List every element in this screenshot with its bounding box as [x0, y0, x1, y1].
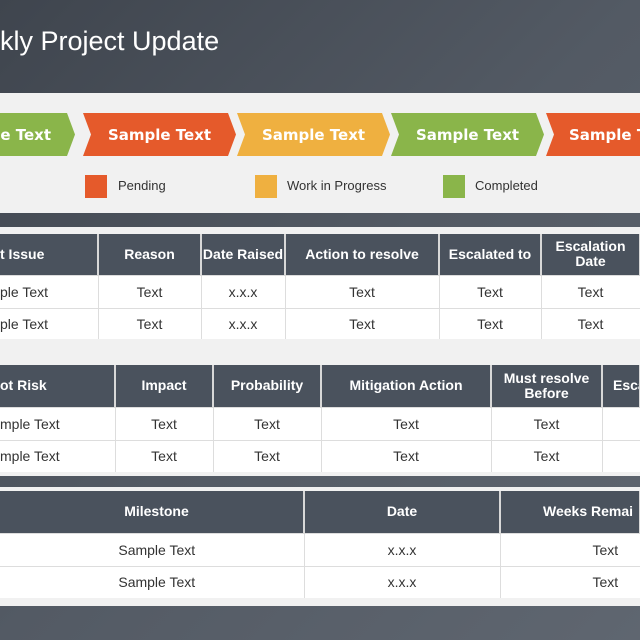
legend-swatch-completed: [443, 175, 465, 198]
process-step: Sample T: [546, 113, 640, 156]
column-header: Must resolve Before: [491, 365, 603, 407]
column-header: Reason: [98, 234, 202, 275]
cell: Sample Text: [0, 532, 305, 566]
step-label: Sample Text: [107, 125, 212, 144]
step-label: Sample Text: [261, 125, 366, 144]
cell: mple Text: [0, 406, 116, 440]
column-header: t Issue: [0, 234, 99, 275]
milestones-table: Milestone Date Weeks Remai Sample Text x.…: [0, 491, 640, 598]
process-step: Sample Text: [237, 113, 390, 156]
column-header: Esca: [602, 365, 640, 407]
issues-table: t Issue Reason Date Raised Action to res…: [0, 234, 640, 339]
table-row: mple Text Text Text Text Text: [0, 439, 640, 472]
column-header: Date Raised: [201, 234, 286, 275]
table-row: ple Text Text x.x.x Text Text Text: [0, 274, 640, 308]
cell: Text: [213, 406, 322, 440]
cell: Text: [115, 406, 214, 440]
cell: x.x.x: [201, 274, 286, 308]
cell: Sample Text: [0, 565, 305, 598]
cell: [602, 439, 640, 472]
column-header: Escalation Date: [541, 234, 640, 275]
column-header: Escalated to: [439, 234, 542, 275]
cell: Text: [439, 274, 542, 308]
process-step: Sample Text: [391, 113, 544, 156]
cell: mple Text: [0, 439, 116, 472]
cell: Text: [321, 439, 492, 472]
table-row: mple Text Text Text Text Text: [0, 406, 640, 440]
step-label: Sample Text: [415, 125, 520, 144]
cell: ple Text: [0, 274, 99, 308]
column-header: Milestone: [0, 491, 305, 533]
cell: Text: [491, 439, 603, 472]
table-row: ple Text Text x.x.x Text Text Text: [0, 307, 640, 339]
cell: Text: [115, 439, 214, 472]
cell: Text: [500, 532, 640, 566]
column-header: Mitigation Action: [321, 365, 492, 407]
legend-label: Work in Progress: [287, 178, 387, 193]
column-header: Probability: [213, 365, 322, 407]
page-title: kly Project Update: [0, 26, 220, 56]
cell: Text: [285, 307, 440, 339]
cell: Text: [500, 565, 640, 598]
column-header: ot Risk: [0, 365, 116, 407]
cell: Text: [213, 439, 322, 472]
step-label: Sample T: [569, 125, 640, 144]
legend-label: Completed: [475, 178, 538, 193]
cell: x.x.x: [201, 307, 286, 339]
cell: Text: [98, 274, 202, 308]
table-row: Sample Text x.x.x Text: [0, 532, 640, 566]
cell: Text: [98, 307, 202, 339]
cell: [602, 406, 640, 440]
legend-swatch-wip: [255, 175, 277, 198]
cell: Text: [439, 307, 542, 339]
table-row: Sample Text x.x.x Text: [0, 565, 640, 598]
legend-label: Pending: [118, 178, 166, 193]
column-header: Action to resolve: [285, 234, 440, 275]
column-header: Weeks Remai: [500, 491, 640, 533]
cell: Text: [285, 274, 440, 308]
column-header: Date: [304, 491, 501, 533]
cell: ple Text: [0, 307, 99, 339]
cell: Text: [541, 274, 640, 308]
column-header: Impact: [115, 365, 214, 407]
legend-swatch-pending: [85, 175, 107, 198]
cell: Text: [491, 406, 603, 440]
cell: Text: [321, 406, 492, 440]
risks-table: ot Risk Impact Probability Mitigation Ac…: [0, 365, 640, 472]
cell: x.x.x: [304, 532, 501, 566]
process-step: Sample Text: [83, 113, 236, 156]
process-step: e Text: [0, 113, 75, 156]
step-label: e Text: [0, 125, 51, 144]
cell: x.x.x: [304, 565, 501, 598]
cell: Text: [541, 307, 640, 339]
